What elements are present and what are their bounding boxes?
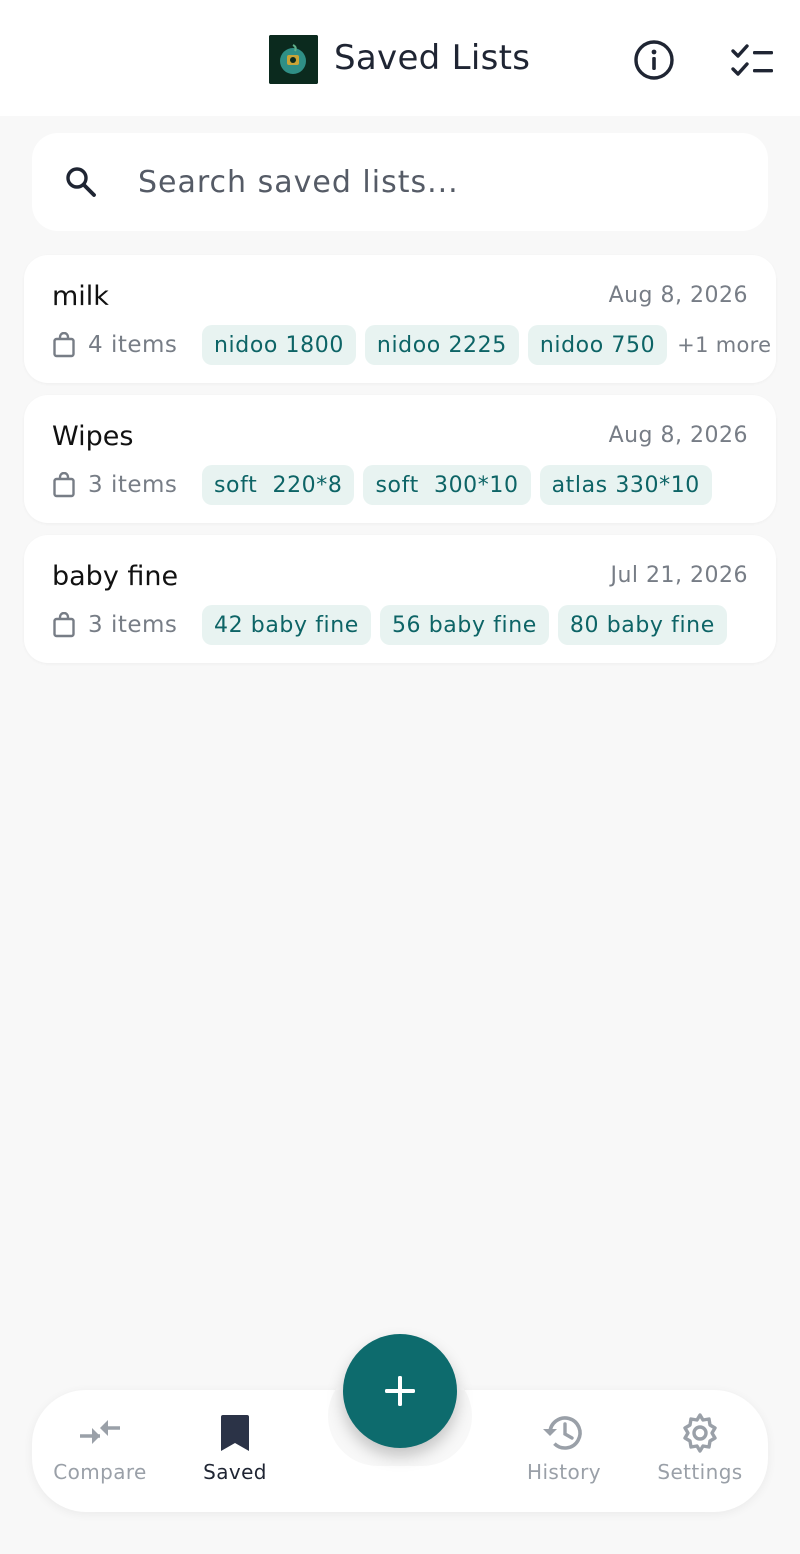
nav-item-history[interactable]: History	[504, 1412, 624, 1492]
item-chip: atlas 330*10	[539, 465, 712, 505]
nav-label: Saved	[203, 1460, 267, 1484]
nav-item-settings[interactable]: Settings	[640, 1412, 760, 1492]
item-chip: 80 baby fine	[557, 605, 727, 645]
list-meta: 3 items soft 220*8 soft 300*10 atlas 330…	[52, 465, 721, 505]
search-input[interactable]	[138, 160, 738, 204]
gear-icon	[679, 1412, 721, 1454]
app-bar: Saved Lists	[0, 0, 800, 116]
nav-label: Settings	[657, 1460, 743, 1484]
item-count: 3 items	[88, 472, 178, 498]
list-name: Wipes	[52, 421, 134, 452]
item-chip: soft 220*8	[202, 465, 355, 505]
item-chip: nidoo 2225	[364, 325, 519, 365]
checklist-button[interactable]	[726, 34, 778, 86]
shopping-bag-icon	[52, 331, 78, 359]
nav-item-saved[interactable]: Saved	[175, 1412, 295, 1492]
shopping-bag-icon	[52, 611, 78, 639]
app-logo-icon	[269, 35, 318, 84]
item-chip: 42 baby fine	[202, 605, 371, 645]
list-meta: 4 items nidoo 1800 nidoo 2225 nidoo 750 …	[52, 325, 771, 365]
info-icon	[634, 40, 674, 80]
list-meta: 3 items 42 baby fine 56 baby fine 80 bab…	[52, 605, 736, 645]
page-title: Saved Lists	[334, 38, 531, 78]
saved-list-card[interactable]: milk Aug 8, 2026 4 items nidoo 1800 nido…	[24, 255, 776, 383]
list-name: baby fine	[52, 561, 179, 592]
item-chip: 56 baby fine	[379, 605, 549, 645]
history-icon	[542, 1412, 586, 1454]
search-icon	[66, 167, 96, 197]
saved-list-card[interactable]: Wipes Aug 8, 2026 3 items soft 220*8 sof…	[24, 395, 776, 523]
more-items-label: +1 more	[677, 333, 772, 357]
item-count: 3 items	[88, 612, 178, 638]
list-date: Aug 8, 2026	[608, 283, 748, 308]
nav-item-compare[interactable]: Compare	[40, 1412, 160, 1492]
bookmark-icon	[220, 1412, 250, 1454]
saved-list-card[interactable]: baby fine Jul 21, 2026 3 items 42 baby f…	[24, 535, 776, 663]
plus-icon	[385, 1376, 415, 1406]
compare-arrows-icon	[78, 1412, 122, 1454]
item-chip: soft 300*10	[363, 465, 531, 505]
item-count: 4 items	[88, 332, 178, 358]
item-chip: nidoo 1800	[202, 325, 356, 365]
nav-label: Compare	[53, 1460, 147, 1484]
info-button[interactable]	[628, 34, 680, 86]
list-date: Jul 21, 2026	[610, 563, 748, 588]
add-list-button[interactable]	[343, 1334, 457, 1448]
checklist-icon	[731, 44, 773, 76]
list-name: milk	[52, 281, 109, 312]
item-chip: nidoo 750	[527, 325, 668, 365]
list-date: Aug 8, 2026	[608, 423, 748, 448]
nav-label: History	[527, 1460, 601, 1484]
shopping-bag-icon	[52, 471, 78, 499]
